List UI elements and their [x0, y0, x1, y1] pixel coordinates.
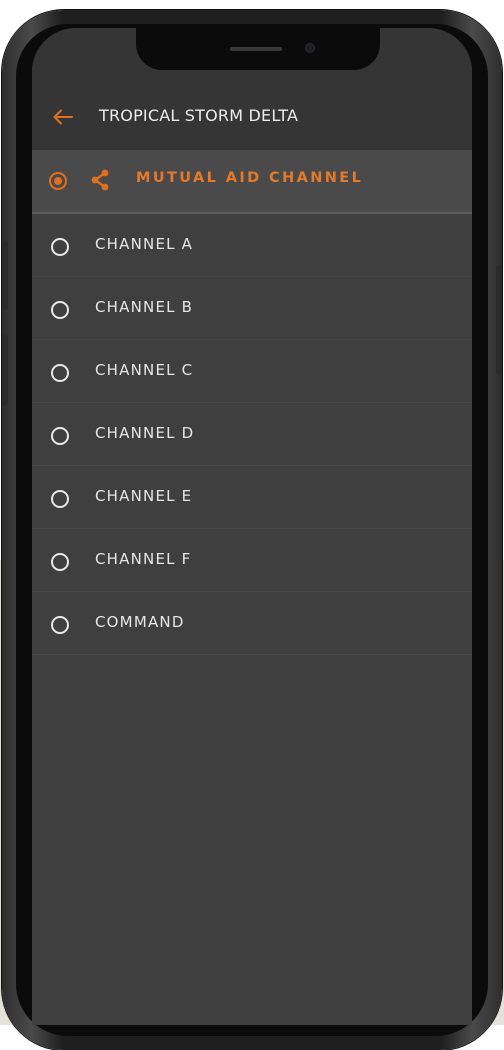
speaker-grille	[230, 47, 282, 51]
power-button	[496, 265, 502, 375]
channel-item-e[interactable]: CHANNEL E	[32, 466, 472, 529]
phone-screen: TROPICAL STORM DELTA MUTUAL AID CHANNEL …	[32, 28, 472, 1025]
radio-unselected-icon[interactable]	[51, 364, 69, 382]
radio-unselected-icon[interactable]	[51, 238, 69, 256]
channel-item-d[interactable]: CHANNEL D	[32, 403, 472, 466]
radio-selected-icon[interactable]	[49, 172, 67, 190]
channel-label: CHANNEL E	[95, 487, 193, 505]
channel-label: CHANNEL F	[95, 550, 192, 568]
channel-item-c[interactable]: CHANNEL C	[32, 340, 472, 403]
channel-label: CHANNEL C	[95, 361, 194, 379]
volume-down-button	[2, 335, 8, 405]
channel-item-command[interactable]: COMMAND	[32, 592, 472, 655]
channel-label: CHANNEL D	[95, 424, 195, 442]
radio-unselected-icon[interactable]	[51, 427, 69, 445]
channel-list: CHANNEL A CHANNEL B CHANNEL C CHANNEL D …	[32, 214, 472, 655]
channel-item-f[interactable]: CHANNEL F	[32, 529, 472, 592]
channel-label: CHANNEL B	[95, 298, 194, 316]
share-icon[interactable]	[90, 169, 110, 191]
selected-channel-label: MUTUAL AID CHANNEL	[136, 170, 364, 186]
channel-label: COMMAND	[95, 613, 185, 631]
page-title: TROPICAL STORM DELTA	[99, 106, 299, 125]
radio-unselected-icon[interactable]	[51, 301, 69, 319]
channel-item-a[interactable]: CHANNEL A	[32, 214, 472, 277]
radio-unselected-icon[interactable]	[51, 553, 69, 571]
channel-item-b[interactable]: CHANNEL B	[32, 277, 472, 340]
radio-unselected-icon[interactable]	[51, 490, 69, 508]
back-arrow-icon	[53, 109, 73, 125]
back-button[interactable]	[50, 104, 76, 130]
radio-unselected-icon[interactable]	[51, 616, 69, 634]
front-camera	[306, 44, 314, 52]
volume-up-button	[2, 240, 8, 310]
channel-label: CHANNEL A	[95, 235, 194, 253]
notch	[136, 28, 380, 70]
selected-channel-bar[interactable]: MUTUAL AID CHANNEL	[32, 150, 472, 214]
